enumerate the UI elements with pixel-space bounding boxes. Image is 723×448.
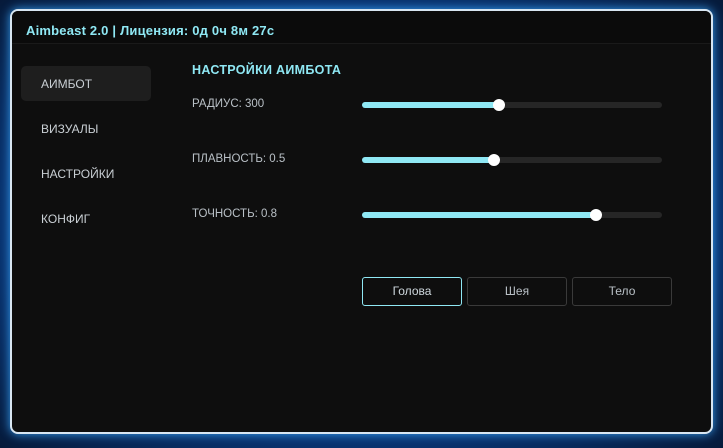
sidebar: АИМБОТ ВИЗУАЛЫ НАСТРОЙКИ КОНФИГ xyxy=(21,66,151,246)
radius-slider-row: РАДИУС: 300 xyxy=(192,96,672,116)
radius-label: РАДИУС: 300 xyxy=(192,98,265,110)
accuracy-slider-row: ТОЧНОСТЬ: 0.8 xyxy=(192,206,672,226)
sidebar-item-aimbot[interactable]: АИМБОТ xyxy=(21,66,151,101)
smoothness-slider-thumb[interactable] xyxy=(488,154,500,166)
smoothness-label: ПЛАВНОСТЬ: 0.5 xyxy=(192,153,286,165)
target-bone-selector: Голова Шея Тело xyxy=(362,277,674,307)
radius-slider-fill xyxy=(362,102,499,108)
target-body-button[interactable]: Тело xyxy=(572,277,672,306)
sidebar-item-label: КОНФИГ xyxy=(41,212,91,226)
window-title: Aimbeast 2.0 | Лицензия: 0д 0ч 8м 27с xyxy=(26,23,275,38)
title-bar[interactable]: Aimbeast 2.0 | Лицензия: 0д 0ч 8м 27с xyxy=(12,11,711,44)
app-window: Aimbeast 2.0 | Лицензия: 0д 0ч 8м 27с АИ… xyxy=(10,9,713,434)
sidebar-item-label: ВИЗУАЛЫ xyxy=(41,122,99,136)
target-neck-button[interactable]: Шея xyxy=(467,277,567,306)
sidebar-item-visuals[interactable]: ВИЗУАЛЫ xyxy=(21,111,151,146)
accuracy-slider-fill xyxy=(362,212,596,218)
accuracy-slider-track[interactable] xyxy=(362,209,662,221)
accuracy-slider-thumb[interactable] xyxy=(590,209,602,221)
smoothness-slider-fill xyxy=(362,157,494,163)
section-title: НАСТРОЙКИ АИМБОТА xyxy=(192,63,342,77)
radius-slider-thumb[interactable] xyxy=(492,99,505,111)
sidebar-item-config[interactable]: КОНФИГ xyxy=(21,201,151,236)
sidebar-item-label: АИМБОТ xyxy=(41,77,93,91)
smoothness-slider-row: ПЛАВНОСТЬ: 0.5 xyxy=(192,151,672,171)
accuracy-label: ТОЧНОСТЬ: 0.8 xyxy=(192,208,277,220)
target-head-button[interactable]: Голова xyxy=(362,277,462,306)
smoothness-slider-track[interactable] xyxy=(362,154,662,166)
sidebar-item-settings[interactable]: НАСТРОЙКИ xyxy=(21,156,151,191)
sidebar-item-label: НАСТРОЙКИ xyxy=(41,167,115,181)
radius-slider-track[interactable] xyxy=(362,99,662,111)
